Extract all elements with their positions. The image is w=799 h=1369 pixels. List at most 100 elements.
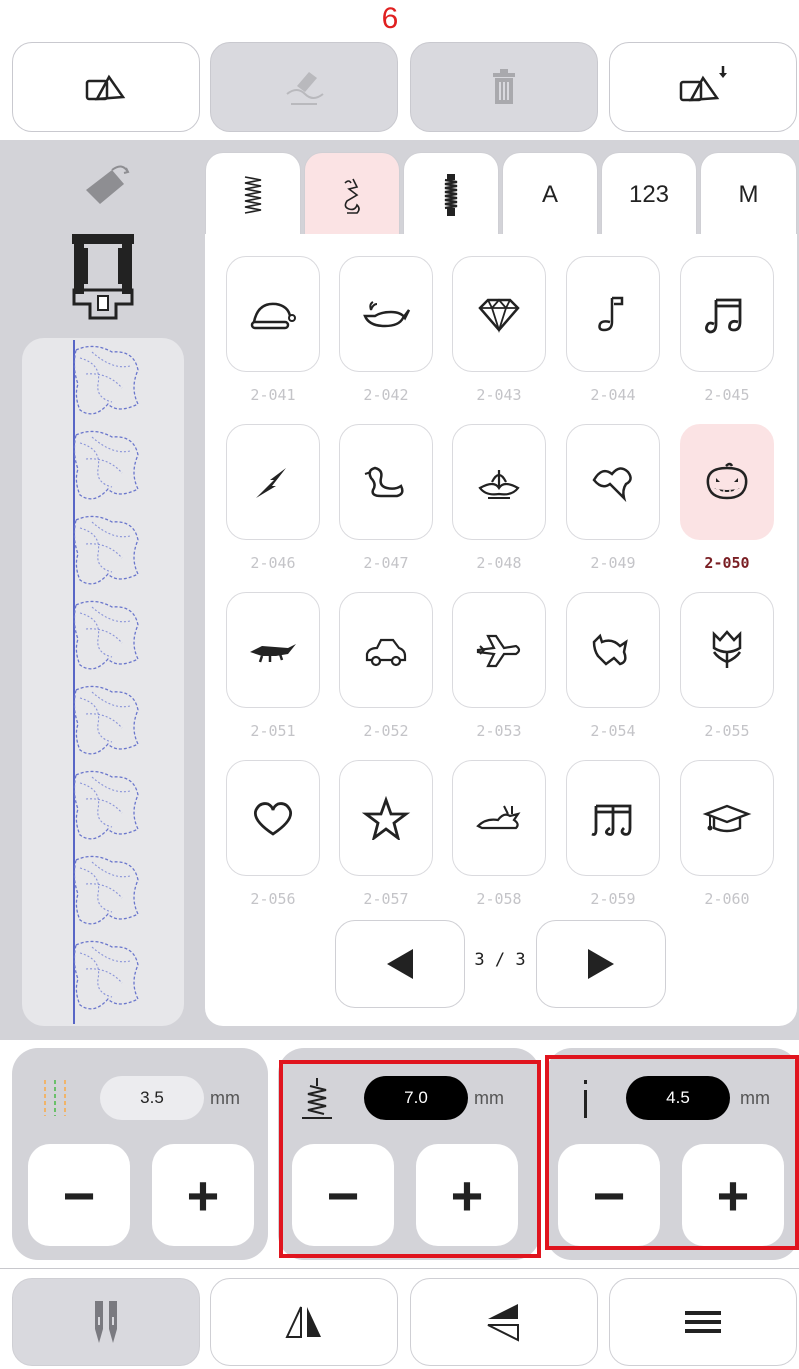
- mirror-horizontal-button[interactable]: [210, 1278, 398, 1366]
- stitch-code-label: 2-053: [476, 722, 522, 740]
- mirror-horizontal-icon: [285, 1306, 321, 1338]
- stitch-tile[interactable]: [452, 256, 546, 372]
- tab-decorative-stitches[interactable]: [304, 152, 400, 236]
- stitch-code-label: 2-060: [704, 890, 750, 908]
- menu-button[interactable]: [609, 1278, 797, 1366]
- rabbit-icon: [476, 805, 521, 830]
- page-indicator: 3 / 3: [474, 950, 526, 970]
- leaf-icon: [592, 467, 632, 503]
- airplane-icon: [476, 634, 521, 668]
- mirror-vertical-icon: [487, 1304, 519, 1342]
- stitch-tile[interactable]: [339, 760, 433, 876]
- stitch-preview-motif: [72, 514, 144, 594]
- double-note-icon: [705, 298, 742, 334]
- tab-buttonholes[interactable]: [403, 152, 499, 236]
- stitch-tile[interactable]: [339, 592, 433, 708]
- arrow-right-icon: [588, 949, 614, 979]
- lotus-icon: [478, 470, 520, 499]
- graduation-cap-icon: [702, 804, 752, 833]
- mirror-vertical-button[interactable]: [410, 1278, 598, 1366]
- stitch-tile[interactable]: [452, 592, 546, 708]
- stitch-tile[interactable]: [226, 424, 320, 540]
- needle-position-plus-button[interactable]: +: [152, 1144, 254, 1246]
- santa-hat-icon: [250, 302, 296, 330]
- stitch-code-label: 2-052: [363, 722, 409, 740]
- utility-stitches-icon: [244, 175, 262, 214]
- tab-alphabet-label: A: [541, 180, 558, 208]
- stitch-tile[interactable]: [680, 760, 774, 876]
- stitch-preview-motif: [72, 344, 144, 424]
- stitch-preview-motif: [72, 599, 144, 679]
- tab-numbers[interactable]: 123: [601, 152, 697, 236]
- twin-needle-icon: [95, 1301, 117, 1343]
- diamond-icon: [478, 298, 520, 333]
- stitch-code-label: 2-050: [704, 554, 750, 572]
- presser-foot-icon: [72, 234, 134, 320]
- highlight-stitch-width: [279, 1060, 541, 1258]
- presser-foot-lift-icon[interactable]: [78, 160, 132, 210]
- stitch-tile[interactable]: [226, 256, 320, 372]
- stitch-code-label: 2-044: [590, 386, 636, 404]
- stitch-tile[interactable]: [452, 760, 546, 876]
- stitch-code-label: 2-057: [363, 890, 409, 908]
- tab-numbers-label: 123: [628, 180, 670, 208]
- alligator-icon: [250, 644, 296, 663]
- stitch-tile[interactable]: [566, 760, 660, 876]
- stitch-tile[interactable]: [452, 424, 546, 540]
- delete-button[interactable]: [410, 42, 598, 132]
- car-icon: [365, 638, 407, 667]
- whale-icon: [363, 301, 411, 328]
- tab-alphabet[interactable]: A: [502, 152, 598, 236]
- stitch-tile[interactable]: [226, 760, 320, 876]
- stitch-tile[interactable]: [339, 424, 433, 540]
- lightning-icon: [256, 468, 286, 498]
- stitch-code-label: 2-056: [250, 890, 296, 908]
- twin-needle-button[interactable]: [12, 1278, 200, 1366]
- stitch-code-label: 2-054: [590, 722, 636, 740]
- tab-memory[interactable]: M: [700, 152, 797, 236]
- load-design-button[interactable]: [12, 42, 200, 132]
- music-note-icon: [598, 296, 624, 332]
- pumpkin-icon: [706, 462, 748, 500]
- tab-utility-stitches[interactable]: [205, 152, 301, 236]
- stitch-tile[interactable]: [339, 256, 433, 372]
- stitch-tile[interactable]: [566, 592, 660, 708]
- stitch-code-label: 2-045: [704, 386, 750, 404]
- bottom-divider: [0, 1268, 799, 1269]
- stitch-tile[interactable]: [566, 424, 660, 540]
- load-design-icon: [85, 74, 126, 101]
- stitch-code-label: 2-049: [590, 554, 636, 572]
- stitch-code-label: 2-042: [363, 386, 409, 404]
- stitch-code-label: 2-048: [476, 554, 522, 572]
- save-design-button[interactable]: [609, 42, 797, 132]
- stitch-preview-motif: [72, 939, 144, 1019]
- stitch-tile[interactable]: [226, 592, 320, 708]
- buttonhole-icon: [444, 173, 458, 216]
- star-icon: [361, 796, 411, 840]
- stitch-code-label: 2-058: [476, 890, 522, 908]
- stitch-code-label: 2-046: [250, 554, 296, 572]
- highlight-stitch-length: [545, 1055, 799, 1250]
- trash-icon: [493, 69, 515, 104]
- stitch-code-label: 2-041: [250, 386, 296, 404]
- needle-position-value: 3.5: [100, 1076, 204, 1120]
- cat-icon: [592, 633, 628, 666]
- stitch-tile[interactable]: [566, 256, 660, 372]
- heart-icon: [253, 802, 293, 836]
- stitch-preview-motif: [72, 684, 144, 764]
- stitch-tile[interactable]: [680, 256, 774, 372]
- stitch-preview-motif: [72, 769, 144, 849]
- stitch-preview-motif: [72, 854, 144, 934]
- stitch-code-label: 2-055: [704, 722, 750, 740]
- prev-page-button[interactable]: [335, 920, 465, 1008]
- needle-position-minus-button[interactable]: −: [28, 1144, 130, 1246]
- stitch-tile[interactable]: [680, 424, 774, 540]
- needle-position-icon: [44, 1080, 66, 1116]
- next-page-button[interactable]: [536, 920, 666, 1008]
- arrow-left-icon: [387, 949, 413, 979]
- edit-stitch-button[interactable]: [210, 42, 398, 132]
- stitch-tile[interactable]: [680, 592, 774, 708]
- swan-icon: [364, 466, 404, 498]
- tulip-icon: [712, 630, 742, 668]
- stitch-code-label: 2-051: [250, 722, 296, 740]
